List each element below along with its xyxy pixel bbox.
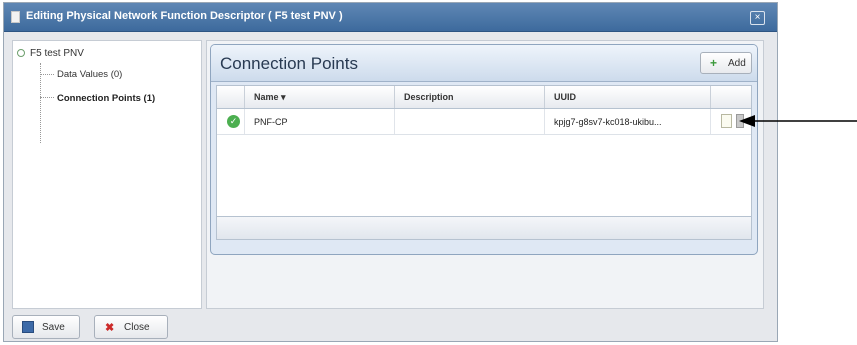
tree-item-connection-points[interactable]: Connection Points (1) [57, 93, 155, 104]
table-header: Name ▾ Description UUID [217, 86, 751, 109]
save-button-label: Save [42, 322, 65, 333]
table-footer [217, 216, 751, 239]
dialog-title: Editing Physical Network Function Descri… [26, 10, 343, 22]
column-header-status [217, 86, 245, 108]
navigation-tree: F5 test PNV Data Values (0) Connection P… [12, 40, 202, 309]
column-header-uuid[interactable]: UUID [545, 86, 711, 108]
column-header-name[interactable]: Name ▾ [245, 86, 395, 108]
connection-points-table: Name ▾ Description UUID ✓ PNF-CP kpjg7-g… [216, 85, 752, 240]
close-button[interactable]: ✖ Close [94, 315, 168, 339]
add-button[interactable]: + Add [700, 52, 752, 74]
column-header-actions [711, 86, 751, 108]
add-button-label: Add [728, 58, 746, 69]
dialog-close-icon[interactable]: × [750, 11, 765, 25]
panel-title: Connection Points [220, 54, 358, 73]
table-row[interactable]: ✓ PNF-CP kpjg7-g8sv7-kc018-ukibu... [217, 109, 751, 135]
tree-node-icon [17, 49, 25, 58]
tree-connector-line [40, 74, 54, 75]
uuid-cell: kpjg7-g8sv7-kc018-ukibu... [545, 109, 711, 134]
tree-root-node[interactable]: F5 test PNV [17, 48, 84, 59]
panel-header: Connection Points + Add [211, 45, 757, 82]
edit-icon[interactable] [721, 114, 732, 128]
close-button-label: Close [124, 322, 150, 333]
name-cell: PNF-CP [245, 109, 395, 134]
save-icon [22, 321, 34, 333]
content-area: Connection Points + Add Name ▾ Descripti… [206, 40, 764, 309]
document-icon [11, 11, 20, 23]
close-icon: ✖ [105, 322, 115, 334]
tree-connector-line [40, 63, 41, 143]
plus-icon: + [710, 56, 718, 70]
tree-item-data-values[interactable]: Data Values (0) [57, 69, 122, 80]
status-cell: ✓ [217, 109, 245, 134]
column-header-description[interactable]: Description [395, 86, 545, 108]
connection-points-panel: Connection Points + Add Name ▾ Descripti… [210, 44, 758, 255]
tree-root-label: F5 test PNV [30, 48, 84, 59]
dialog-titlebar: Editing Physical Network Function Descri… [4, 3, 777, 32]
check-circle-icon: ✓ [227, 115, 240, 128]
annotation-arrow-icon [739, 115, 857, 127]
save-button[interactable]: Save [12, 315, 80, 339]
description-cell [395, 109, 545, 134]
tree-connector-line [40, 97, 54, 98]
